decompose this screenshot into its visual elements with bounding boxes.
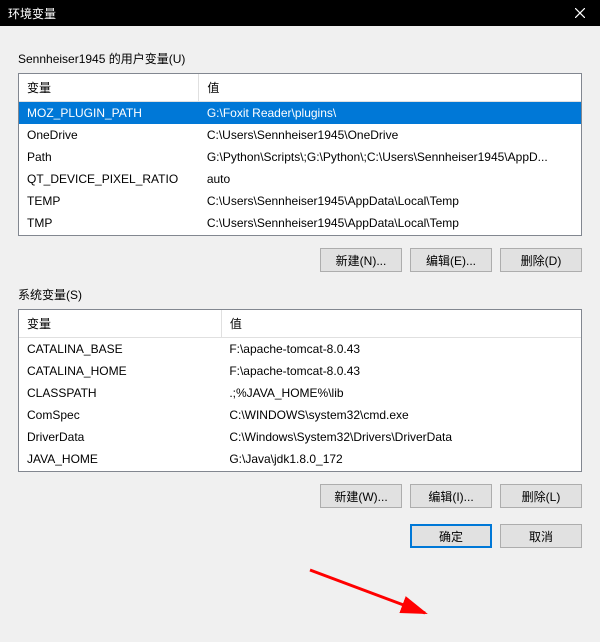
annotation-arrow [305, 565, 445, 625]
user-col-value-header[interactable]: 值 [199, 74, 581, 102]
titlebar: 环境变量 [0, 0, 600, 26]
ok-button[interactable]: 确定 [410, 524, 492, 548]
var-name-cell: ComSpec [19, 404, 221, 426]
user-vars-label: Sennheiser1945 的用户变量(U) [18, 50, 582, 67]
var-name-cell: CATALINA_HOME [19, 360, 221, 382]
sys-col-name-header[interactable]: 变量 [19, 310, 221, 338]
table-row[interactable]: CATALINA_HOMEF:\apache-tomcat-8.0.43 [19, 360, 581, 382]
sys-new-button[interactable]: 新建(W)... [320, 484, 402, 508]
var-name-cell: Path [19, 146, 199, 168]
user-new-button[interactable]: 新建(N)... [320, 248, 402, 272]
table-row[interactable]: CATALINA_BASEF:\apache-tomcat-8.0.43 [19, 338, 581, 361]
var-value-cell: G:\Foxit Reader\plugins\ [199, 102, 581, 125]
cancel-button[interactable]: 取消 [500, 524, 582, 548]
user-delete-button[interactable]: 删除(D) [500, 248, 582, 272]
var-name-cell: CATALINA_BASE [19, 338, 221, 361]
var-value-cell: .;%JAVA_HOME%\lib [221, 382, 581, 404]
var-name-cell: OneDrive [19, 124, 199, 146]
sys-delete-button[interactable]: 删除(L) [500, 484, 582, 508]
var-value-cell: F:\apache-tomcat-8.0.43 [221, 338, 581, 361]
var-name-cell: TEMP [19, 190, 199, 212]
var-name-cell: NUMBER_OF_PROCESSORS [19, 470, 221, 472]
var-name-cell: TMP [19, 212, 199, 234]
table-row[interactable]: OneDriveC:\Users\Sennheiser1945\OneDrive [19, 124, 581, 146]
var-value-cell: G:\Java\jdk1.8.0_172 [221, 448, 581, 470]
table-row[interactable]: TMPC:\Users\Sennheiser1945\AppData\Local… [19, 212, 581, 234]
table-row[interactable]: JAVA_HOMEG:\Java\jdk1.8.0_172 [19, 448, 581, 470]
var-value-cell: C:\Users\Sennheiser1945\AppData\Local\Te… [199, 190, 581, 212]
user-vars-table[interactable]: 变量 值 MOZ_PLUGIN_PATHG:\Foxit Reader\plug… [18, 73, 582, 236]
var-name-cell: JAVA_HOME [19, 448, 221, 470]
sys-edit-button[interactable]: 编辑(I)... [410, 484, 492, 508]
close-icon [575, 8, 585, 18]
close-button[interactable] [560, 0, 600, 26]
var-value-cell: C:\WINDOWS\system32\cmd.exe [221, 404, 581, 426]
var-value-cell: C:\Users\Sennheiser1945\AppData\Local\Te… [199, 212, 581, 234]
table-row[interactable]: CLASSPATH.;%JAVA_HOME%\lib [19, 382, 581, 404]
window-title: 环境变量 [8, 5, 56, 22]
table-row[interactable]: NUMBER_OF_PROCESSORS4 [19, 470, 581, 472]
user-edit-button[interactable]: 编辑(E)... [410, 248, 492, 272]
table-row[interactable]: QT_DEVICE_PIXEL_RATIOauto [19, 168, 581, 190]
var-value-cell: 4 [221, 470, 581, 472]
var-name-cell: QT_DEVICE_PIXEL_RATIO [19, 168, 199, 190]
var-name-cell: DriverData [19, 426, 221, 448]
var-name-cell: CLASSPATH [19, 382, 221, 404]
table-row[interactable]: ComSpecC:\WINDOWS\system32\cmd.exe [19, 404, 581, 426]
var-value-cell: C:\Users\Sennheiser1945\OneDrive [199, 124, 581, 146]
system-vars-table[interactable]: 变量 值 CATALINA_BASEF:\apache-tomcat-8.0.4… [18, 309, 582, 472]
var-value-cell: F:\apache-tomcat-8.0.43 [221, 360, 581, 382]
table-row[interactable]: MOZ_PLUGIN_PATHG:\Foxit Reader\plugins\ [19, 102, 581, 125]
table-row[interactable]: DriverDataC:\Windows\System32\Drivers\Dr… [19, 426, 581, 448]
sys-col-value-header[interactable]: 值 [221, 310, 581, 338]
var-value-cell: auto [199, 168, 581, 190]
user-col-name-header[interactable]: 变量 [19, 74, 199, 102]
table-row[interactable]: TEMPC:\Users\Sennheiser1945\AppData\Loca… [19, 190, 581, 212]
var-name-cell: MOZ_PLUGIN_PATH [19, 102, 199, 125]
var-value-cell: G:\Python\Scripts\;G:\Python\;C:\Users\S… [199, 146, 581, 168]
var-value-cell: C:\Windows\System32\Drivers\DriverData [221, 426, 581, 448]
system-vars-label: 系统变量(S) [18, 286, 582, 303]
table-row[interactable]: PathG:\Python\Scripts\;G:\Python\;C:\Use… [19, 146, 581, 168]
